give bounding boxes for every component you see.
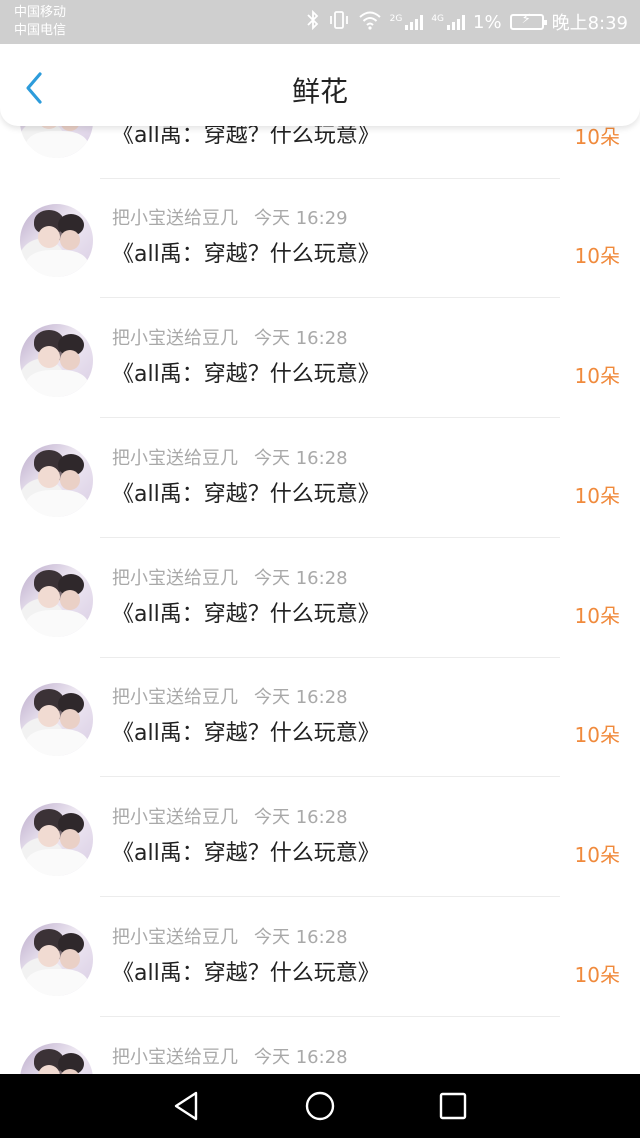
row-meta: 把小宝送给豆几 今天 16:28 [112, 923, 348, 949]
flower-count: 10朵 [574, 723, 620, 747]
row-meta: 把小宝送给豆几 今天 16:28 [112, 444, 348, 470]
home-circle-icon [305, 1091, 335, 1121]
sent-time: 今天 16:28 [254, 1047, 348, 1068]
bluetooth-icon [306, 9, 320, 36]
row-meta: 把小宝送给豆几 今天 16:28 [112, 564, 348, 590]
row-meta: 把小宝送给豆几 今天 16:29 [112, 204, 348, 230]
avatar [20, 204, 93, 277]
nav-home-button[interactable] [298, 1084, 342, 1128]
sender-name: 把小宝送给豆几 [112, 328, 238, 349]
clock: 晚上8:39 [551, 13, 628, 34]
avatar [20, 324, 93, 397]
list-item[interactable]: 把小宝送给豆几 今天 16:28 《all禹：穿越？什么玩意》 10朵 [0, 538, 640, 658]
book-title: 《all禹：穿越？什么玩意》 [112, 602, 380, 627]
sent-time: 今天 16:29 [254, 208, 348, 229]
row-meta: 把小宝送给豆几 今天 16:28 [112, 683, 348, 709]
list-item[interactable]: 把小宝送给豆几 今天 16:28 《all禹：穿越？什么玩意》 10朵 [0, 298, 640, 418]
book-title: 《all禹：穿越？什么玩意》 [112, 362, 380, 387]
wifi-icon [358, 10, 382, 35]
sender-name: 把小宝送给豆几 [112, 448, 238, 469]
avatar [20, 923, 93, 996]
page-title: 鲜花 [291, 75, 348, 108]
status-icons: 2G 4G 1% ⚡ 晚上8:39 [306, 0, 628, 44]
book-title: 《all禹：穿越？什么玩意》 [112, 721, 380, 746]
list-item[interactable]: 把小宝送给豆几 今天 16:28 《all禹：穿越？什么玩意》 10朵 [0, 777, 640, 897]
carrier-2: 中国电信 [14, 23, 67, 38]
sender-name: 把小宝送给豆几 [112, 687, 238, 708]
sent-time: 今天 16:28 [254, 568, 348, 589]
book-title: 《all禹：穿越？什么玩意》 [112, 482, 380, 507]
list-item[interactable]: 把小宝送给豆几 今天 16:29 《all禹：穿越？什么玩意》 10朵 [0, 178, 640, 298]
sender-name: 把小宝送给豆几 [112, 208, 238, 229]
list-item[interactable]: 把小宝送给豆几 今天 16:28 《all禹：穿越？什么玩意》 10朵 [0, 897, 640, 1017]
row-meta: 把小宝送给豆几 今天 16:28 [112, 1043, 348, 1069]
row-meta: 把小宝送给豆几 今天 16:28 [112, 803, 348, 829]
system-nav-bar [0, 1074, 640, 1138]
book-title: 《all禹：穿越？什么玩意》 [112, 961, 380, 986]
flower-count: 10朵 [574, 484, 620, 508]
book-title: 《all禹：穿越？什么玩意》 [112, 841, 380, 866]
book-title: 《all禹：穿越？什么玩意》 [112, 242, 380, 267]
back-triangle-icon [174, 1091, 197, 1121]
recents-square-icon [440, 1092, 467, 1120]
flower-count: 10朵 [574, 364, 620, 388]
sent-time: 今天 16:28 [254, 927, 348, 948]
sender-name: 把小宝送给豆几 [112, 1047, 238, 1068]
flower-count: 10朵 [574, 604, 620, 628]
avatar [20, 444, 93, 517]
header: 鲜花 [0, 44, 640, 126]
vibrate-icon [328, 10, 350, 35]
status-bar: 中国移动 中国电信 2G 4G 1% ⚡ 晚上8:39 [0, 0, 640, 44]
avatar [20, 683, 93, 756]
screen: 《all禹：穿越？什么玩意》 10朵 把小宝送给豆几 今天 16:29 《all禹… [0, 0, 640, 1138]
sender-name: 把小宝送给豆几 [112, 807, 238, 828]
signal-2g-icon: 2G [390, 14, 424, 30]
battery-charging-icon: ⚡ [509, 12, 547, 30]
avatar [20, 803, 93, 876]
flower-count: 10朵 [574, 843, 620, 867]
signal-4g-icon: 4G [431, 14, 466, 30]
list-item[interactable]: 把小宝送给豆几 今天 16:28 《all禹：穿越？什么玩意》 10朵 [0, 657, 640, 777]
nav-back-button[interactable] [165, 1084, 209, 1128]
row-meta: 把小宝送给豆几 今天 16:28 [112, 324, 348, 350]
carrier-1: 中国移动 [14, 5, 67, 20]
flower-count: 10朵 [574, 963, 620, 987]
list-item[interactable]: 把小宝送给豆几 今天 16:28 《all禹：穿越？什么玩意》 10朵 [0, 418, 640, 538]
sent-time: 今天 16:28 [254, 328, 348, 349]
avatar [20, 564, 93, 637]
flower-count: 10朵 [574, 244, 620, 268]
sender-name: 把小宝送给豆几 [112, 568, 238, 589]
nav-recents-button[interactable] [431, 1084, 475, 1128]
battery-percent: 1% [473, 11, 502, 33]
sent-time: 今天 16:28 [254, 807, 348, 828]
sender-name: 把小宝送给豆几 [112, 927, 238, 948]
carriers: 中国移动 中国电信 [14, 4, 66, 40]
sent-time: 今天 16:28 [254, 687, 348, 708]
sent-time: 今天 16:28 [254, 448, 348, 469]
